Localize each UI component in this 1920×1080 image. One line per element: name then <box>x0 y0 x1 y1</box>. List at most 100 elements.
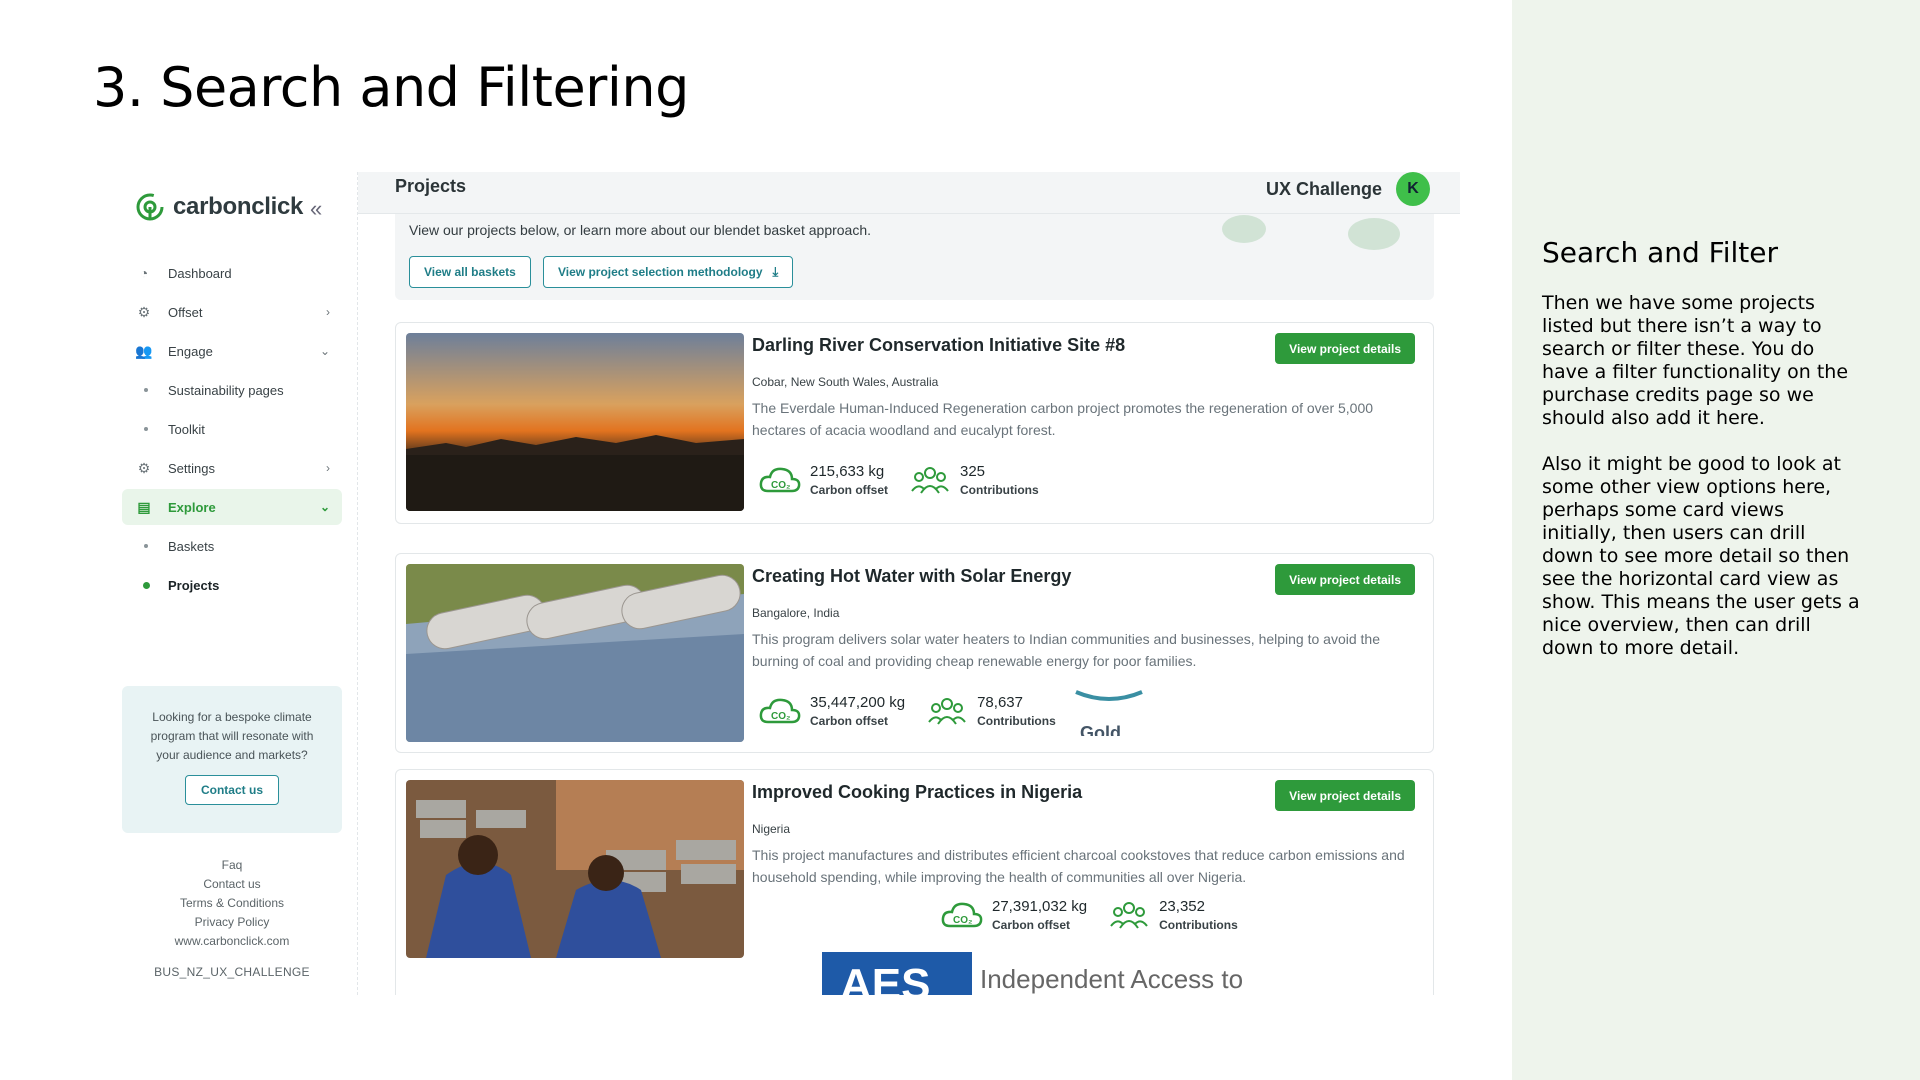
collapse-sidebar-icon[interactable]: « <box>310 196 322 222</box>
project-stats: CO₂ 215,633 kg Carbon offset 325 Contrib… <box>758 463 1039 497</box>
project-image <box>406 564 744 742</box>
sidebar-item-label: Offset <box>168 304 203 320</box>
sidebar-item-label: Engage <box>168 343 213 359</box>
bullet-icon <box>144 544 148 548</box>
certification-badge-text: Gold <box>1080 723 1121 736</box>
project-title[interactable]: Creating Hot Water with Solar Energy <box>752 566 1071 587</box>
contributions-stat: 78,637 Contributions <box>925 694 1056 728</box>
project-card: Darling River Conservation Initiative Si… <box>395 322 1434 524</box>
carbon-offset-label: Carbon offset <box>810 483 888 497</box>
sidebar-item-label: Baskets <box>168 538 215 554</box>
sidebar-item-label: Dashboard <box>168 265 232 281</box>
sidebar-item-dashboard[interactable]: ◔ Dashboard <box>122 255 342 291</box>
chevron-right-icon: › <box>326 305 330 319</box>
chevron-right-icon: › <box>326 461 330 475</box>
slide: 3. Search and Filtering carbonclick « ◔ … <box>0 0 1920 1080</box>
carbon-offset-value: 27,391,032 kg <box>992 898 1088 915</box>
faq-link[interactable]: Faq <box>115 856 349 875</box>
view-methodology-button[interactable]: View project selection methodology ⤓ <box>543 256 794 288</box>
aes-logo: AES <box>822 952 972 995</box>
co2-cloud-icon: CO₂ <box>941 902 983 928</box>
contact-us-button[interactable]: Contact us <box>184 775 279 805</box>
sidebar-item-label: Explore <box>168 499 216 515</box>
chevron-down-icon: ⌄ <box>319 344 330 358</box>
project-stats: CO₂ 35,447,200 kg Carbon offset 78,637 C… <box>758 694 1056 728</box>
sidebar-item-sustainability-pages[interactable]: Sustainability pages <box>122 372 342 408</box>
avatar[interactable]: K <box>1396 172 1430 206</box>
contributions-value: 78,637 <box>977 694 1023 711</box>
project-card: Creating Hot Water with Solar Energy Ban… <box>395 553 1434 753</box>
methodology-button-label: View project selection methodology <box>558 265 763 279</box>
view-project-details-button[interactable]: View project details <box>1275 780 1415 811</box>
sidebar-item-toolkit[interactable]: Toolkit <box>122 411 342 447</box>
svg-text:CO₂: CO₂ <box>771 480 790 491</box>
contact-promo: Looking for a bespoke climate program th… <box>122 686 342 833</box>
notes-panel: Search and Filter Then we have some proj… <box>1512 0 1920 1080</box>
intro-text: View our projects below, or learn more a… <box>409 222 872 238</box>
website-link[interactable]: www.carbonclick.com <box>115 932 349 951</box>
notes-paragraph-2: Also it might be good to look at some ot… <box>1542 453 1860 659</box>
sidebar-item-projects[interactable]: Projects <box>122 567 342 603</box>
people-group-icon <box>911 467 949 494</box>
people-group-icon <box>1110 902 1148 929</box>
sidebar-item-label: Toolkit <box>168 421 205 437</box>
user-menu[interactable]: UX Challenge K <box>1266 172 1430 206</box>
world-map-graphic <box>1222 215 1400 250</box>
project-title[interactable]: Improved Cooking Practices in Nigeria <box>752 782 1082 803</box>
terms-link[interactable]: Terms & Conditions <box>115 894 349 913</box>
project-stats: CO₂ 27,391,032 kg Carbon offset 23,352 C… <box>940 898 1238 932</box>
project-title[interactable]: Darling River Conservation Initiative Si… <box>752 335 1125 356</box>
slide-title: 3. Search and Filtering <box>93 56 689 119</box>
solar-heater-image <box>406 564 744 742</box>
project-location: Nigeria <box>752 822 791 836</box>
privacy-link[interactable]: Privacy Policy <box>115 913 349 932</box>
account-code: BUS_NZ_UX_CHALLENGE <box>154 965 310 979</box>
sidebar-item-settings[interactable]: ⚙ Settings › <box>122 450 342 486</box>
engage-icon: 👥 <box>135 342 153 359</box>
bullet-icon <box>144 427 148 431</box>
project-location: Cobar, New South Wales, Australia <box>752 375 939 389</box>
contributions-label: Contributions <box>1159 918 1238 932</box>
carbon-offset-value: 215,633 kg <box>810 463 885 480</box>
contributions-label: Contributions <box>960 483 1039 497</box>
gold-standard-logo-icon <box>1075 690 1143 701</box>
view-project-details-button[interactable]: View project details <box>1275 564 1415 595</box>
intro-panel: View our projects below, or learn more a… <box>395 214 1434 300</box>
sidebar-item-offset[interactable]: ⚙ Offset › <box>122 294 342 330</box>
offset-icon: ⚙ <box>137 303 151 320</box>
notes-paragraph-1: Then we have some projects listed but th… <box>1542 292 1849 429</box>
bullet-icon <box>143 581 150 589</box>
project-image <box>406 333 744 511</box>
svg-text:CO₂: CO₂ <box>953 915 972 926</box>
project-description: The Everdale Human-Induced Regeneration … <box>752 400 1374 438</box>
co2-cloud-icon: CO₂ <box>759 467 801 493</box>
download-icon: ⤓ <box>772 264 779 279</box>
promo-text: Looking for a bespoke climate program th… <box>150 710 314 762</box>
project-location: Bangalore, India <box>752 606 840 620</box>
cookstove-workers-image <box>406 780 744 958</box>
brand-logo[interactable]: carbonclick <box>135 192 303 222</box>
sidebar-item-label: Settings <box>168 460 215 476</box>
settings-icon: ⚙ <box>137 459 151 476</box>
dashboard-icon: ◔ <box>139 265 149 281</box>
notes-heading: Search and Filter <box>1542 236 1779 269</box>
sidebar-item-label: Projects <box>168 577 220 593</box>
page-title: Projects <box>395 176 467 196</box>
project-description: This project manufactures and distribute… <box>752 847 1405 885</box>
sidebar-item-engage[interactable]: 👥 Engage ⌄ <box>122 333 342 369</box>
view-all-baskets-button[interactable]: View all baskets <box>409 256 531 288</box>
app-screenshot: carbonclick « ◔ Dashboard ⚙ Offset › 👥 E… <box>115 172 1460 995</box>
partner-banner: AES Independent Access to <box>822 952 1282 995</box>
footer-links: Faq Contact us Terms & Conditions Privac… <box>115 856 349 951</box>
account-name: UX Challenge <box>1265 178 1382 199</box>
people-group-icon <box>928 698 966 725</box>
sidebar-item-baskets[interactable]: Baskets <box>122 528 342 564</box>
carbon-offset-value: 35,447,200 kg <box>810 694 906 711</box>
carbon-offset-stat: CO₂ 215,633 kg Carbon offset <box>758 463 888 497</box>
project-description: This program delivers solar water heater… <box>752 631 1380 669</box>
contributions-value: 23,352 <box>1159 898 1205 915</box>
contact-link[interactable]: Contact us <box>115 875 349 894</box>
sidebar-item-explore[interactable]: ▤ Explore ⌄ <box>122 489 342 525</box>
view-project-details-button[interactable]: View project details <box>1275 333 1415 364</box>
project-image <box>406 780 744 958</box>
